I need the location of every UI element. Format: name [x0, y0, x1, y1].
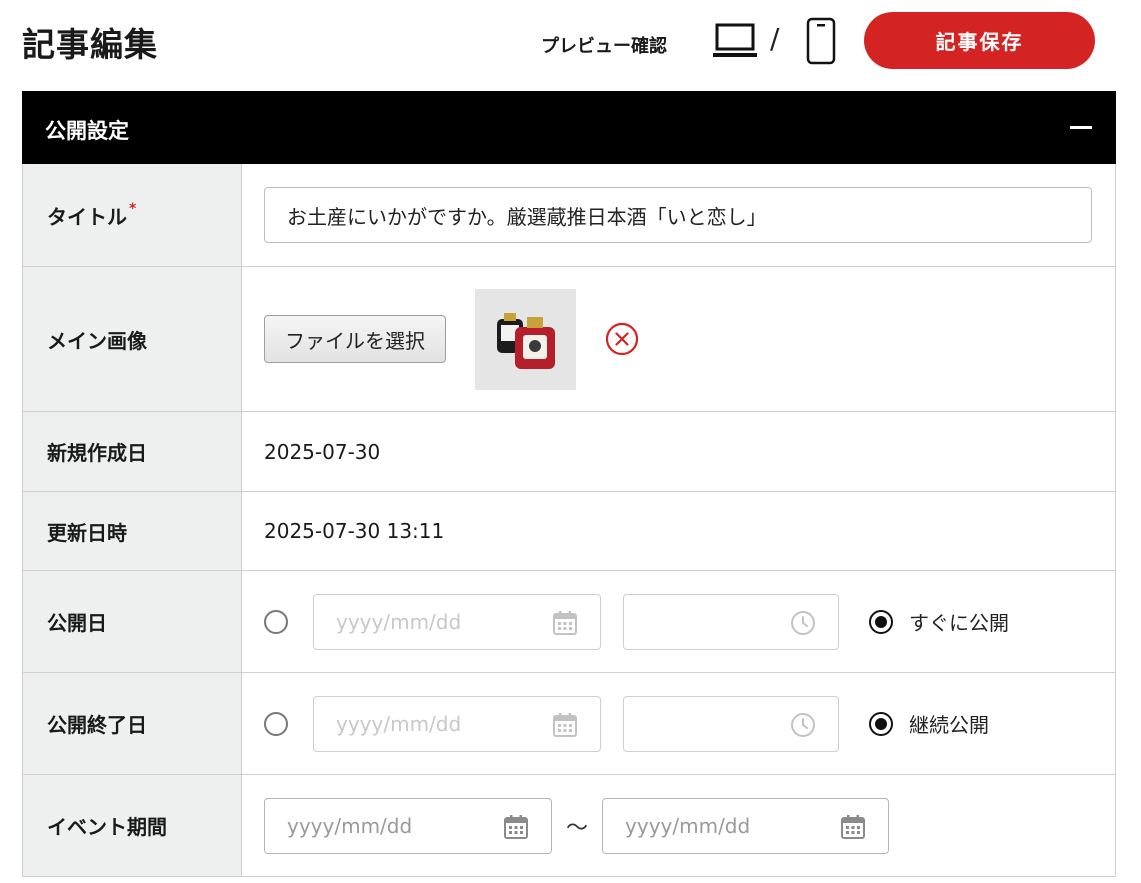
required-mark: *: [129, 201, 137, 217]
event-start-date-input[interactable]: yyyy/mm/dd: [264, 797, 552, 854]
date-placeholder: yyyy/mm/dd: [287, 813, 413, 838]
clock-icon[interactable]: [790, 610, 816, 636]
clock-icon[interactable]: [790, 712, 816, 738]
publish-settings-panel: 公開設定 タイトル* メイン画像 ファイルを選択: [22, 91, 1116, 877]
publish-end-label: 公開終了日: [23, 673, 242, 774]
publish-date-row: 公開日 yyyy/mm/dd すぐに公開: [22, 571, 1116, 673]
field-body: yyyy/mm/dd ～ yyyy/mm/dd: [242, 775, 1115, 876]
updated-at-value: 2025-07-30 13:11: [264, 519, 445, 543]
publish-end-row: 公開終了日 yyyy/mm/dd 継続公開: [22, 673, 1116, 775]
minus-icon[interactable]: [1070, 126, 1092, 129]
created-date-label: 新規作成日: [23, 412, 242, 491]
preview-separator: /: [770, 22, 780, 55]
main-image-thumbnail: [475, 288, 576, 390]
publish-end-time-input[interactable]: [623, 695, 839, 752]
field-body: ファイルを選択: [242, 267, 1115, 411]
publish-date-input[interactable]: yyyy/mm/dd: [313, 593, 601, 650]
title-label: タイトル: [47, 204, 127, 229]
updated-at-label: 更新日時: [23, 492, 242, 570]
title-row: タイトル *: [22, 164, 1116, 267]
smartphone-icon[interactable]: [806, 17, 836, 65]
publish-end-date-input[interactable]: yyyy/mm/dd: [313, 695, 601, 752]
publish-end-specify-radio[interactable]: [264, 711, 288, 736]
page-header: 記事編集 プレビュー確認 / 記事保存: [0, 0, 1141, 90]
page-title: 記事編集: [22, 25, 158, 64]
date-placeholder: yyyy/mm/dd: [336, 711, 462, 736]
field-body: yyyy/mm/dd すぐに公開: [242, 571, 1115, 672]
continuous-publish-radio[interactable]: [869, 711, 893, 736]
date-range-separator: ～: [566, 815, 589, 841]
publish-time-input[interactable]: [623, 593, 839, 650]
calendar-icon[interactable]: [840, 814, 866, 840]
sake-bottles-image: [475, 288, 576, 390]
continuous-publish-label: 継続公開: [909, 713, 989, 737]
calendar-icon[interactable]: [552, 712, 578, 738]
publish-date-specify-radio[interactable]: [264, 609, 288, 634]
main-image-row: メイン画像 ファイルを選択: [22, 267, 1116, 412]
title-input[interactable]: [264, 187, 1092, 243]
calendar-icon[interactable]: [552, 610, 578, 636]
date-placeholder: yyyy/mm/dd: [625, 813, 751, 838]
calendar-icon[interactable]: [503, 814, 529, 840]
save-article-button[interactable]: 記事保存: [864, 12, 1095, 69]
publish-immediately-radio[interactable]: [869, 609, 893, 634]
main-image-label: メイン画像: [23, 267, 242, 411]
field-body: [242, 164, 1115, 266]
event-end-date-input[interactable]: yyyy/mm/dd: [602, 797, 890, 854]
panel-title: 公開設定: [45, 119, 129, 143]
updated-at-row: 更新日時 2025-07-30 13:11: [22, 492, 1116, 571]
publish-date-label: 公開日: [23, 571, 242, 672]
publish-immediately-label: すぐに公開: [909, 611, 1009, 635]
event-period-label: イベント期間: [23, 775, 242, 876]
panel-header[interactable]: 公開設定: [22, 91, 1116, 164]
circle-x-icon[interactable]: [604, 321, 640, 357]
field-label: タイトル *: [23, 164, 242, 266]
created-date-value: 2025-07-30: [264, 439, 381, 464]
event-period-row: イベント期間 yyyy/mm/dd ～ yyyy/mm/dd: [22, 775, 1116, 877]
preview-label: プレビュー確認: [541, 36, 667, 57]
field-body: yyyy/mm/dd 継続公開: [242, 673, 1115, 774]
created-date-row: 新規作成日 2025-07-30: [22, 412, 1116, 492]
date-placeholder: yyyy/mm/dd: [336, 609, 462, 634]
choose-file-button[interactable]: ファイルを選択: [264, 315, 446, 363]
laptop-icon[interactable]: [712, 22, 758, 60]
